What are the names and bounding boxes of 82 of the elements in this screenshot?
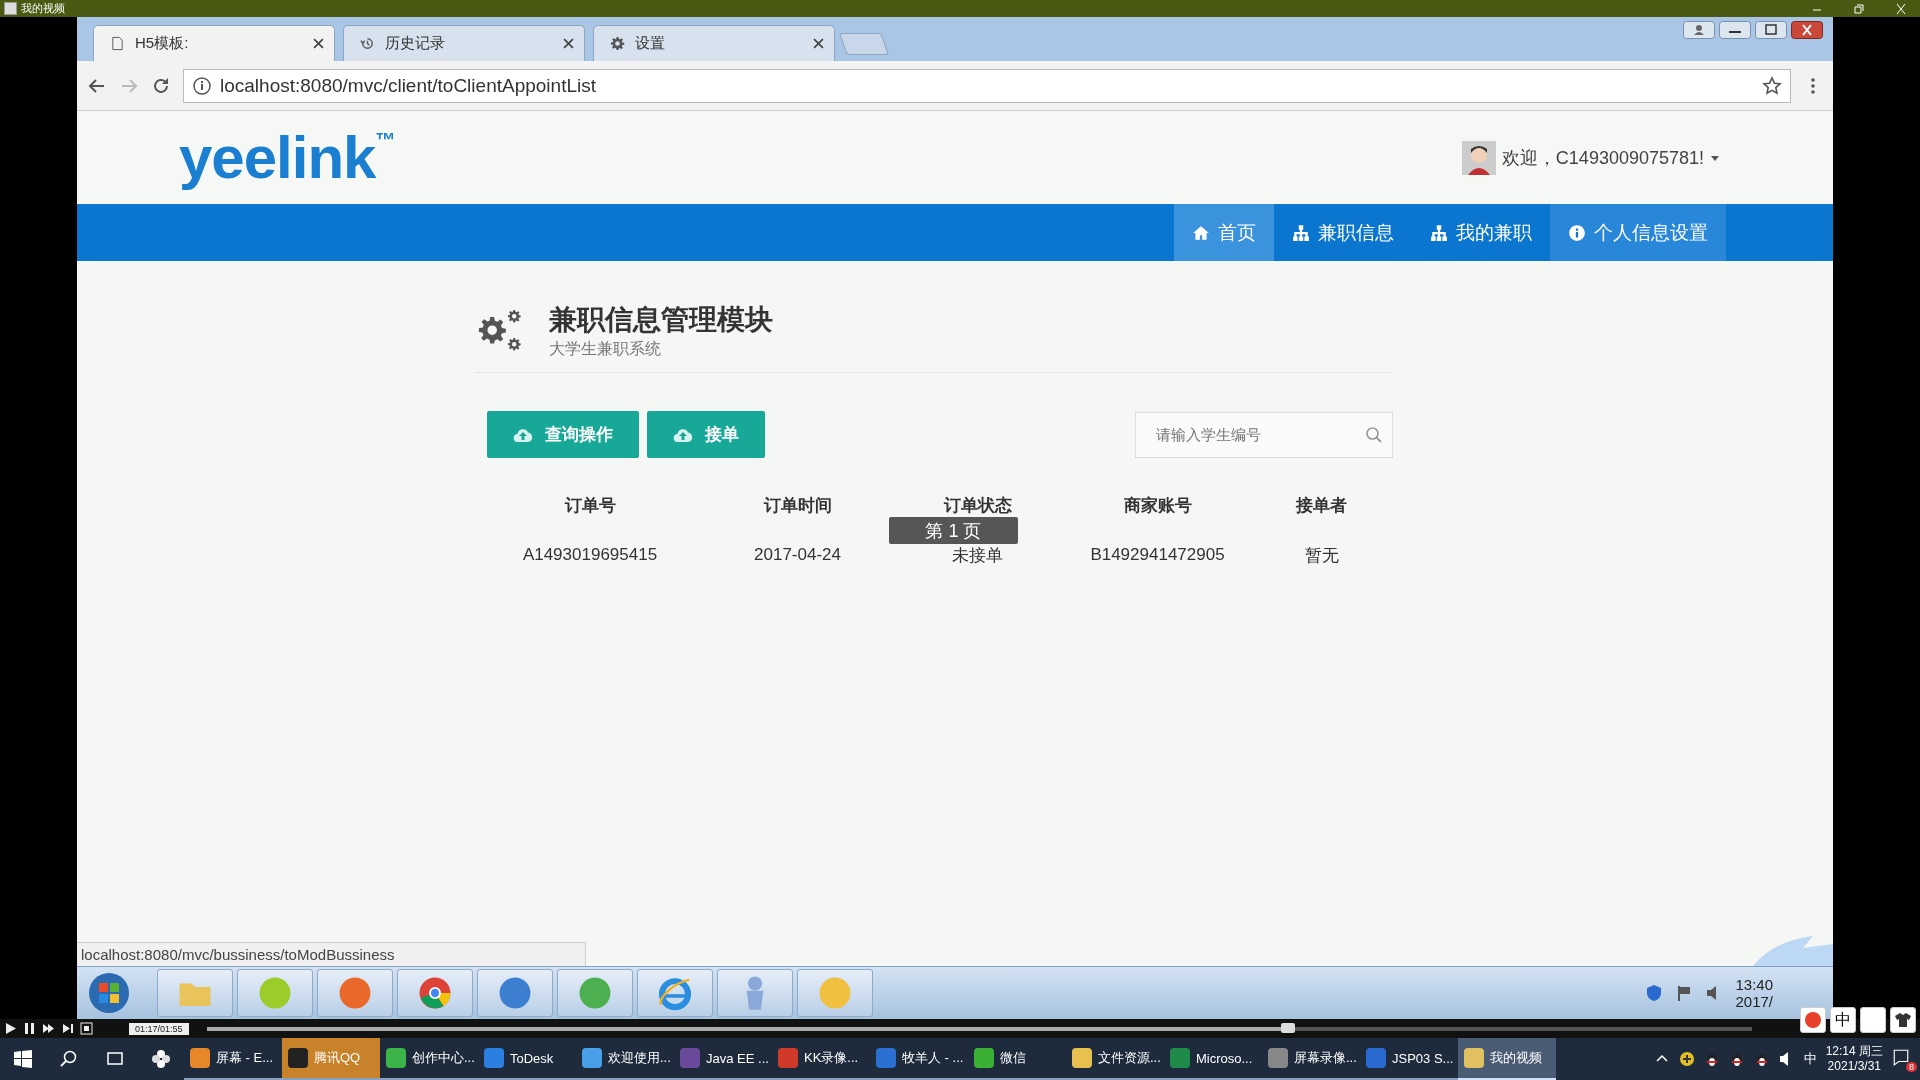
address-field[interactable]: localhost:8080/mvc/client/toClientAppointList bbox=[183, 68, 1791, 103]
start-orb[interactable] bbox=[87, 971, 131, 1015]
shield-icon[interactable] bbox=[1645, 984, 1664, 1002]
taskbar-item[interactable]: Java EE ... bbox=[674, 1038, 772, 1080]
clock-time: 12:14 周三 bbox=[1825, 1044, 1883, 1059]
taskbar-item[interactable]: 屏幕录像... bbox=[1262, 1038, 1360, 1080]
column-header: 接单者 bbox=[1294, 494, 1348, 517]
table-cell-text: 未接单 bbox=[951, 544, 1004, 567]
window-title: 我的视频 bbox=[21, 1, 65, 16]
logo[interactable]: yeelink™ bbox=[179, 123, 395, 192]
clock-time: 13:40 bbox=[1735, 976, 1773, 993]
pinwheel-icon[interactable] bbox=[151, 1049, 171, 1069]
column-header: 商家账号 bbox=[1122, 494, 1193, 517]
clock-date: 2021/3/31 bbox=[1827, 1059, 1881, 1074]
table-cell-text: B1492941472905 bbox=[1089, 545, 1226, 565]
taskbar-item[interactable]: 微信 bbox=[968, 1038, 1066, 1080]
clock-date: 2017/ bbox=[1735, 993, 1773, 1010]
history-icon bbox=[360, 36, 375, 51]
table-cell-text: 暂无 bbox=[1303, 544, 1340, 567]
shirt-icon[interactable] bbox=[1890, 1007, 1916, 1033]
sitemap-icon bbox=[1430, 223, 1448, 242]
play-icon[interactable] bbox=[4, 1022, 17, 1035]
taskbar-item[interactable]: KK录像... bbox=[772, 1038, 870, 1080]
notification-icon[interactable] bbox=[1892, 1048, 1910, 1066]
playback-time: 01:17/01:55 bbox=[129, 1022, 189, 1035]
sogou-icon[interactable] bbox=[1800, 1007, 1826, 1033]
input-method[interactable]: 中 bbox=[1803, 1050, 1817, 1068]
info-icon bbox=[1568, 223, 1586, 242]
input-mode-key[interactable]: 中 bbox=[1830, 1007, 1856, 1033]
taskbar-item[interactable]: 我的视频 bbox=[1458, 1038, 1556, 1080]
close-icon[interactable] bbox=[1894, 2, 1908, 15]
pause-icon[interactable] bbox=[23, 1022, 36, 1035]
taskbar-item[interactable]: 牧羊人 - ... bbox=[870, 1038, 968, 1080]
minimize-icon[interactable] bbox=[1719, 21, 1751, 39]
close-icon[interactable] bbox=[1791, 21, 1823, 39]
column-header: 订单状态 bbox=[942, 494, 1013, 517]
search-icon[interactable] bbox=[59, 1049, 79, 1069]
status-url: localhost:8080/mvc/bussiness/toModBussiness bbox=[77, 942, 586, 966]
taskbar-item[interactable]: ToDesk bbox=[478, 1038, 576, 1080]
close-icon[interactable] bbox=[813, 38, 824, 49]
taskbar-item[interactable]: 欢迎使用... bbox=[576, 1038, 674, 1080]
caret-icon[interactable] bbox=[1710, 153, 1720, 162]
close-icon[interactable] bbox=[563, 38, 574, 49]
taskbar-item[interactable]: 文件资源... bbox=[1066, 1038, 1164, 1080]
fast-forward-icon[interactable] bbox=[42, 1022, 55, 1035]
taskbar-item[interactable]: Microso... bbox=[1164, 1038, 1262, 1080]
cloud-upload-icon bbox=[673, 426, 693, 443]
page-toast: 第 1 页 bbox=[889, 517, 1018, 544]
browser-tab[interactable]: 历史记录 bbox=[343, 25, 585, 61]
fullscreen-icon[interactable] bbox=[80, 1022, 93, 1035]
browser-tab[interactable]: 设置 bbox=[593, 25, 835, 61]
gear-icon bbox=[610, 36, 625, 51]
avatar bbox=[1461, 140, 1496, 175]
column-header: 订单号 bbox=[563, 494, 617, 517]
nav-item[interactable]: 个人信息设置 bbox=[1550, 204, 1726, 261]
restore-icon[interactable] bbox=[1852, 2, 1866, 15]
seek-thumb[interactable] bbox=[1281, 1022, 1296, 1033]
start-icon[interactable] bbox=[13, 1049, 33, 1069]
info-icon bbox=[192, 75, 212, 96]
cloud-upload-icon bbox=[513, 426, 533, 443]
table-cell-text: 2017-04-24 bbox=[753, 545, 842, 565]
module-title: 兼职信息管理模块 bbox=[549, 303, 773, 337]
module-subtitle: 大学生兼职系统 bbox=[549, 339, 662, 359]
app-icon bbox=[4, 2, 17, 15]
table-cell-text: A1493019695415 bbox=[521, 545, 659, 565]
seek-bar[interactable] bbox=[206, 1026, 1752, 1031]
plus-circle-icon[interactable] bbox=[1678, 1051, 1695, 1067]
nav-item[interactable]: 我的兼职 bbox=[1412, 204, 1550, 261]
notification-count: 8 bbox=[1906, 1062, 1917, 1072]
step-icon[interactable] bbox=[61, 1022, 74, 1035]
search-field[interactable]: 请输入学生编号 bbox=[1135, 411, 1393, 458]
column-header: 订单时间 bbox=[762, 494, 833, 517]
sitemap-icon bbox=[1292, 223, 1310, 242]
user-greeting[interactable]: 欢迎，C1493009075781! bbox=[1501, 145, 1704, 170]
close-icon[interactable] bbox=[313, 38, 324, 49]
user-icon[interactable] bbox=[1683, 21, 1715, 39]
page-icon bbox=[110, 36, 125, 51]
star-icon[interactable] bbox=[1762, 75, 1782, 96]
taskbar-item[interactable]: 创作中心... bbox=[380, 1038, 478, 1080]
nav-item[interactable]: 兼职信息 bbox=[1274, 204, 1412, 261]
maximize-icon[interactable] bbox=[1755, 21, 1787, 39]
browser-tab[interactable]: H5模板: bbox=[93, 25, 335, 61]
